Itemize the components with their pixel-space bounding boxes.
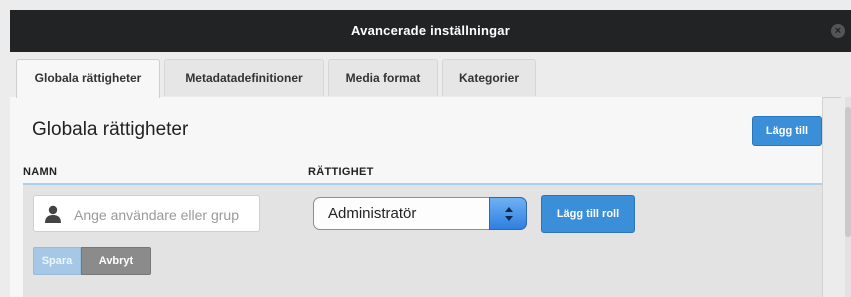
tab-media-format[interactable]: Media format xyxy=(328,59,438,96)
user-search-field[interactable] xyxy=(33,195,260,232)
tab-bar: Globala rättigheter Metadatadefinitioner… xyxy=(10,52,841,98)
tab-content: Globala rättigheter Lägg till NAMN RÄTTI… xyxy=(10,97,823,297)
scrollbar-thumb[interactable] xyxy=(845,107,851,237)
person-icon xyxy=(45,205,61,223)
save-button[interactable]: Spara xyxy=(33,247,81,275)
dialog-title: Avancerade inställningar xyxy=(351,23,510,38)
column-header-name: NAMN xyxy=(23,166,58,178)
close-icon[interactable]: × xyxy=(831,24,845,38)
permission-select[interactable]: Administratör xyxy=(313,197,527,230)
tab-metadata-definitions[interactable]: Metadatadefinitioner xyxy=(164,59,324,96)
permission-select-value: Administratör xyxy=(328,205,417,222)
tab-categories[interactable]: Kategorier xyxy=(442,59,536,96)
add-role-button[interactable]: Lägg till roll xyxy=(541,195,635,233)
column-header-permission: RÄTTIGHET xyxy=(308,166,374,178)
stepper-arrows-icon[interactable] xyxy=(489,197,527,230)
add-button[interactable]: Lägg till xyxy=(752,116,822,146)
dialog-titlebar: Avancerade inställningar × xyxy=(10,10,851,52)
scrollbar[interactable] xyxy=(845,97,851,297)
add-role-panel: Administratör Lägg till roll Spara Avbry… xyxy=(23,185,822,297)
page-title: Globala rättigheter xyxy=(32,119,189,140)
tab-global-rights[interactable]: Globala rättigheter xyxy=(16,59,160,98)
cancel-button[interactable]: Avbryt xyxy=(81,247,151,275)
user-search-input[interactable] xyxy=(72,202,256,228)
